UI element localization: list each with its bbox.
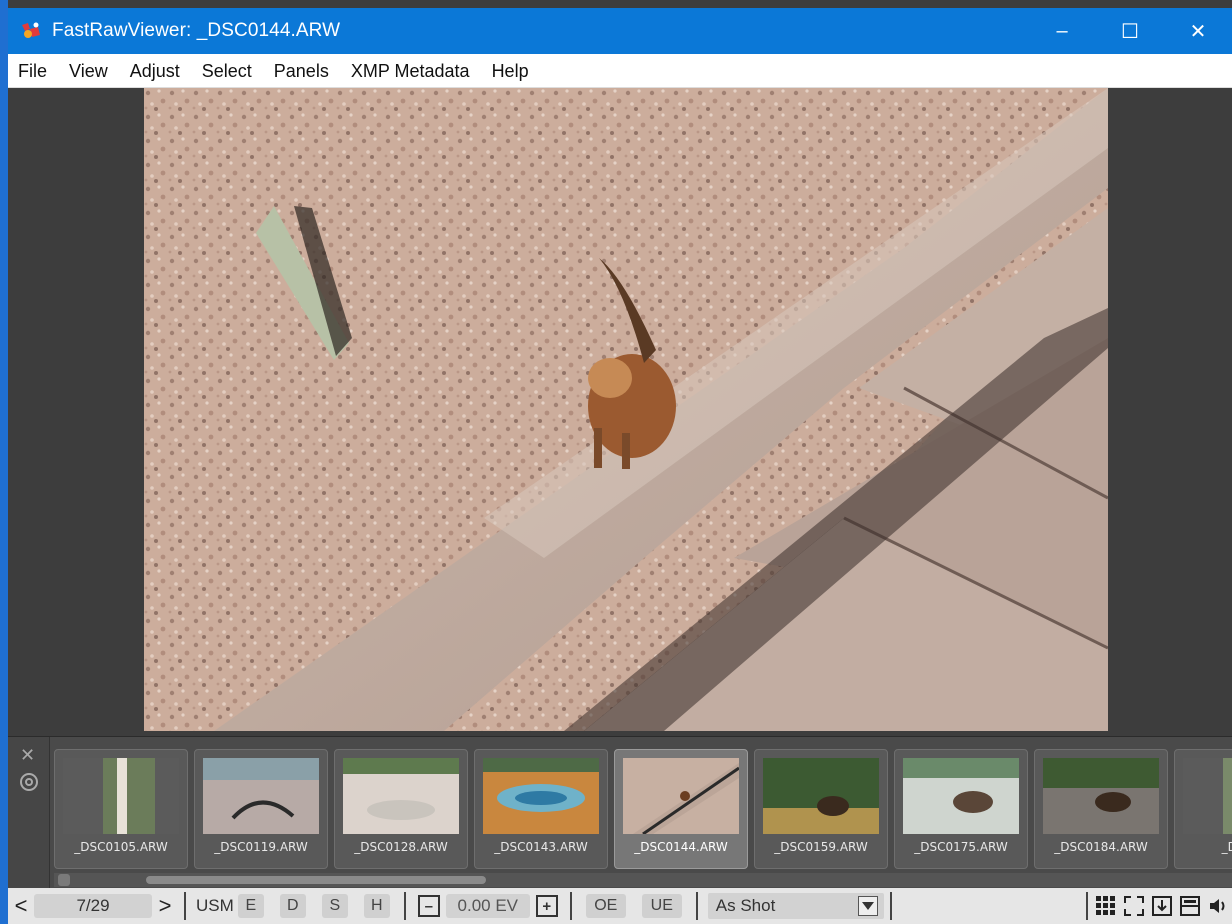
h-toggle[interactable]: H bbox=[363, 894, 390, 918]
thumbnail[interactable]: _DSC0175.ARW bbox=[894, 749, 1028, 869]
minimize-button[interactable]: – bbox=[1028, 8, 1096, 54]
thumbnail[interactable]: _DSC0143.ARW bbox=[474, 749, 608, 869]
thumbnail[interactable]: _DSC0184.ARW bbox=[1034, 749, 1168, 869]
filmstrip-side-panel: ✕ bbox=[8, 737, 50, 889]
thumbnail[interactable]: _DSC0105.ARW bbox=[54, 749, 188, 869]
thumbnail-label: _DSC0 bbox=[1221, 840, 1232, 854]
filmstrip-close-icon[interactable]: ✕ bbox=[20, 745, 35, 766]
menu-bar: File View Adjust Select Panels XMP Metad… bbox=[8, 54, 1232, 88]
toolbar-divider bbox=[889, 892, 892, 920]
thumbnail[interactable]: _DSC0128.ARW bbox=[334, 749, 468, 869]
thumbnail-list: _DSC0105.ARW _DSC0119.ARW _DSC0128.ARW _… bbox=[54, 749, 1232, 871]
thumbnail[interactable]: _DSC0 bbox=[1174, 749, 1232, 869]
usm-toggle[interactable]: USM bbox=[192, 896, 238, 916]
app-window: FastRawViewer: _DSC0144.ARW – ☐ ✕ File V… bbox=[0, 0, 1232, 924]
thumbnail-image bbox=[623, 758, 739, 834]
toolbar-divider bbox=[695, 892, 698, 920]
app-logo-icon bbox=[18, 18, 44, 44]
menu-file[interactable]: File bbox=[8, 54, 58, 88]
thumbnail-label: _DSC0184.ARW bbox=[1054, 840, 1148, 854]
filmstrip: ✕ _DSC0105.ARW _DSC0119.ARW _DSC0128.ARW… bbox=[8, 736, 1232, 889]
menu-xmp-metadata[interactable]: XMP Metadata bbox=[340, 54, 481, 88]
e-toggle[interactable]: E bbox=[237, 894, 264, 918]
thumbnail-image bbox=[343, 758, 459, 834]
filmstrip-scrollbar[interactable] bbox=[54, 873, 1232, 887]
image-counter: 7/29 bbox=[34, 894, 152, 918]
underexposure-toggle[interactable]: UE bbox=[641, 894, 682, 918]
title-bar[interactable]: FastRawViewer: _DSC0144.ARW – ☐ ✕ bbox=[8, 8, 1232, 54]
menu-panels[interactable]: Panels bbox=[263, 54, 340, 88]
s-toggle[interactable]: S bbox=[321, 894, 348, 918]
thumbnail-label: _DSC0128.ARW bbox=[354, 840, 448, 854]
grid-view-icon[interactable] bbox=[1094, 894, 1118, 918]
toolbar-divider bbox=[1086, 892, 1088, 920]
thumbnail-image bbox=[763, 758, 879, 834]
thumbnail-label: _DSC0175.ARW bbox=[914, 840, 1008, 854]
download-icon[interactable] bbox=[1150, 894, 1174, 918]
d-toggle[interactable]: D bbox=[279, 894, 306, 918]
toolbar-divider bbox=[184, 892, 186, 920]
fullscreen-icon[interactable] bbox=[1122, 894, 1146, 918]
thumbnail-image bbox=[1043, 758, 1159, 834]
thumbnail-label: _DSC0144.ARW bbox=[634, 840, 728, 854]
image-viewer[interactable] bbox=[8, 88, 1232, 736]
thumbnail[interactable]: _DSC0119.ARW bbox=[194, 749, 328, 869]
window-controls: – ☐ ✕ bbox=[1028, 8, 1232, 54]
thumbnail[interactable]: _DSC0159.ARW bbox=[754, 749, 888, 869]
thumbnail-label: _DSC0105.ARW bbox=[74, 840, 168, 854]
thumbnail-label: _DSC0119.ARW bbox=[214, 840, 308, 854]
menu-select[interactable]: Select bbox=[191, 54, 263, 88]
thumbnail-image bbox=[1183, 758, 1232, 834]
exposure-minus-button[interactable]: – bbox=[417, 895, 440, 917]
bottom-toolbar: < 7/29 > USM E D S H – 0.00 EV + OE UE A… bbox=[8, 888, 1232, 924]
menu-help[interactable]: Help bbox=[481, 54, 540, 88]
gear-icon[interactable] bbox=[18, 771, 40, 793]
sound-icon[interactable] bbox=[1206, 894, 1230, 918]
thumbnail-image bbox=[203, 758, 319, 834]
exposure-value: 0.00 EV bbox=[445, 894, 530, 918]
next-image-button[interactable]: > bbox=[152, 893, 178, 919]
toolbar-divider bbox=[403, 892, 406, 920]
white-balance-value: As Shot bbox=[715, 896, 776, 915]
scrollbar-start-handle[interactable] bbox=[58, 874, 70, 886]
maximize-button[interactable]: ☐ bbox=[1096, 8, 1164, 54]
view-mode-icons bbox=[1084, 888, 1232, 924]
panel-layout-icon[interactable] bbox=[1178, 894, 1202, 918]
main-photo bbox=[144, 88, 1108, 731]
close-button[interactable]: ✕ bbox=[1164, 8, 1232, 54]
menu-view[interactable]: View bbox=[58, 54, 119, 88]
thumbnail-image bbox=[483, 758, 599, 834]
thumbnail-label: _DSC0159.ARW bbox=[774, 840, 868, 854]
thumbnail-image bbox=[903, 758, 1019, 834]
white-balance-select[interactable]: As Shot bbox=[707, 893, 884, 919]
toolbar-divider bbox=[569, 892, 572, 920]
thumbnail-label: _DSC0143.ARW bbox=[494, 840, 588, 854]
thumbnail-selected[interactable]: _DSC0144.ARW bbox=[614, 749, 748, 869]
exposure-plus-button[interactable]: + bbox=[535, 895, 558, 917]
menu-adjust[interactable]: Adjust bbox=[119, 54, 191, 88]
previous-image-button[interactable]: < bbox=[8, 893, 34, 919]
overexposure-toggle[interactable]: OE bbox=[585, 894, 626, 918]
thumbnail-image bbox=[63, 758, 179, 834]
chevron-down-icon bbox=[857, 896, 878, 916]
window-title: FastRawViewer: _DSC0144.ARW bbox=[52, 20, 341, 41]
scrollbar-thumb[interactable] bbox=[146, 876, 486, 884]
